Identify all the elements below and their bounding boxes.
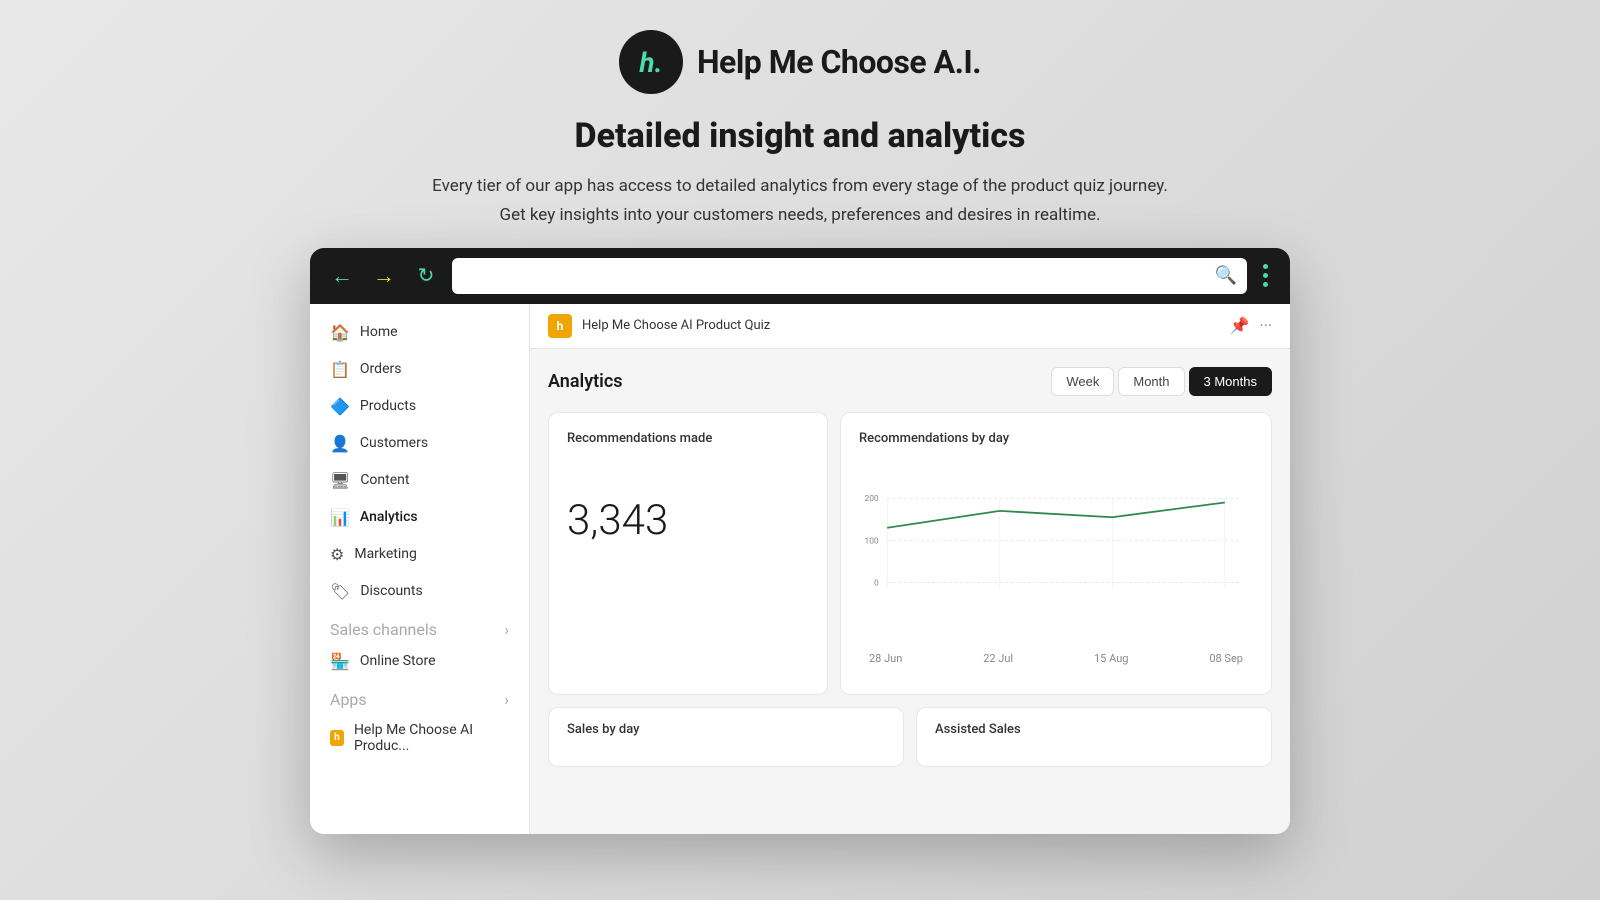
header-icons: 📌 ···	[1230, 316, 1272, 335]
sidebar-item-products[interactable]: 🔷 Products	[310, 388, 529, 425]
main-area: h Help Me Choose AI Product Quiz 📌 ··· A…	[530, 304, 1290, 834]
sidebar-label-products: Products	[360, 398, 416, 414]
assisted-sales-card: Assisted Sales	[916, 707, 1272, 767]
recommendations-card-title: Recommendations made	[567, 431, 809, 446]
sidebar-item-marketing[interactable]: ⚙ Marketing	[310, 536, 529, 573]
x-label-2: 22 Jul	[983, 652, 1013, 665]
pin-icon[interactable]: 📌	[1230, 316, 1250, 335]
sidebar-label-online-store: Online Store	[360, 653, 436, 669]
sidebar-label-analytics: Analytics	[360, 509, 418, 525]
back-button[interactable]: ←	[326, 260, 358, 292]
sidebar-label-marketing: Marketing	[354, 546, 417, 562]
search-icon[interactable]: 🔍	[1215, 265, 1237, 286]
sidebar-item-orders[interactable]: 📋 Orders	[310, 351, 529, 388]
analytics-icon: 📊	[330, 508, 350, 527]
recommendations-card: Recommendations made 3,343	[548, 412, 828, 695]
svg-text:100: 100	[864, 536, 878, 546]
home-icon: 🏠	[330, 323, 350, 342]
brand-name: Help Me Choose A.I.	[697, 43, 981, 81]
top-cards-row: Recommendations made 3,343 Recommendatio…	[548, 412, 1272, 695]
sidebar-item-analytics[interactable]: 📊 Analytics	[310, 499, 529, 536]
app-content: 🏠 Home 📋 Orders 🔷 Products 👤 Customers 🖥…	[310, 304, 1290, 834]
sidebar-label-discounts: Discounts	[360, 583, 422, 599]
sidebar-item-content[interactable]: 🖥 Content	[310, 462, 529, 499]
chart-x-labels: 28 Jun 22 Jul 15 Aug 08 Sep	[859, 652, 1253, 665]
discounts-icon: 🏷	[330, 582, 350, 601]
week-filter-button[interactable]: Week	[1051, 367, 1114, 396]
analytics-content: Analytics Week Month 3 Months Recommenda…	[530, 349, 1290, 834]
app-title: Help Me Choose AI Product Quiz	[582, 318, 1220, 333]
sidebar-label-content: Content	[360, 472, 409, 488]
sales-channels-section: Sales channels ›	[310, 610, 529, 643]
x-label-4: 08 Sep	[1209, 652, 1243, 665]
assisted-sales-title: Assisted Sales	[935, 722, 1253, 737]
sidebar-item-app[interactable]: h Help Me Choose AI Produc...	[310, 713, 529, 763]
chart-card: Recommendations by day	[840, 412, 1272, 695]
products-icon: 🔷	[330, 397, 350, 416]
app-top-bar: h Help Me Choose AI Product Quiz 📌 ···	[530, 304, 1290, 349]
app-logo: h.	[619, 30, 683, 94]
sales-by-day-title: Sales by day	[567, 722, 885, 737]
orders-icon: 📋	[330, 360, 350, 379]
x-label-1: 28 Jun	[869, 652, 902, 665]
customers-icon: 👤	[330, 434, 350, 453]
app-small-logo: h	[548, 314, 572, 338]
sidebar-label-customers: Customers	[360, 435, 428, 451]
refresh-button[interactable]: ↻	[410, 260, 442, 292]
sales-by-day-card: Sales by day	[548, 707, 904, 767]
dot-1	[1263, 264, 1268, 269]
forward-button[interactable]: →	[368, 260, 400, 292]
logo-row: h. Help Me Choose A.I.	[619, 30, 981, 94]
chevron-right-icon-apps: ›	[504, 690, 509, 709]
more-icon[interactable]: ···	[1259, 316, 1272, 335]
chevron-right-icon: ›	[504, 620, 509, 639]
sidebar-label-home: Home	[360, 324, 398, 340]
time-filter-group: Week Month 3 Months	[1051, 367, 1272, 396]
month-filter-button[interactable]: Month	[1118, 367, 1184, 396]
chart-container: 200 100 0 28 Jun	[859, 456, 1253, 676]
dot-2	[1263, 273, 1268, 278]
search-input[interactable]	[462, 268, 1237, 284]
svg-text:0: 0	[874, 578, 879, 588]
page-subtitle: Every tier of our app has access to deta…	[432, 172, 1168, 230]
browser-window: ← → ↻ 🔍 🏠 Home 📋 Orders 🔷 Produ	[310, 248, 1290, 834]
browser-search-bar: 🔍	[452, 258, 1247, 294]
sidebar-label-orders: Orders	[360, 361, 402, 377]
browser-menu[interactable]	[1257, 260, 1274, 291]
bottom-cards-row: Sales by day Assisted Sales	[548, 707, 1272, 767]
analytics-header: Analytics Week Month 3 Months	[548, 367, 1272, 396]
apps-section: Apps ›	[310, 680, 529, 713]
content-icon: 🖥	[330, 471, 350, 490]
chart-title: Recommendations by day	[859, 431, 1253, 446]
sidebar: 🏠 Home 📋 Orders 🔷 Products 👤 Customers 🖥…	[310, 304, 530, 834]
analytics-title: Analytics	[548, 371, 623, 392]
recommendations-value: 3,343	[567, 496, 809, 545]
app-icon: h	[330, 730, 344, 746]
page-title: Detailed insight and analytics	[575, 116, 1026, 156]
x-label-3: 15 Aug	[1094, 652, 1128, 665]
sidebar-item-discounts[interactable]: 🏷 Discounts	[310, 573, 529, 610]
sidebar-label-app: Help Me Choose AI Produc...	[354, 722, 509, 754]
three-months-filter-button[interactable]: 3 Months	[1189, 367, 1272, 396]
page-header: h. Help Me Choose A.I. Detailed insight …	[432, 0, 1168, 230]
marketing-icon: ⚙	[330, 545, 344, 564]
browser-bar: ← → ↻ 🔍	[310, 248, 1290, 304]
store-icon: 🏪	[330, 652, 350, 671]
sidebar-item-home[interactable]: 🏠 Home	[310, 314, 529, 351]
sidebar-item-customers[interactable]: 👤 Customers	[310, 425, 529, 462]
dot-3	[1263, 282, 1268, 287]
svg-text:200: 200	[864, 494, 878, 504]
line-chart: 200 100 0	[859, 456, 1253, 646]
sidebar-item-online-store[interactable]: 🏪 Online Store	[310, 643, 529, 680]
